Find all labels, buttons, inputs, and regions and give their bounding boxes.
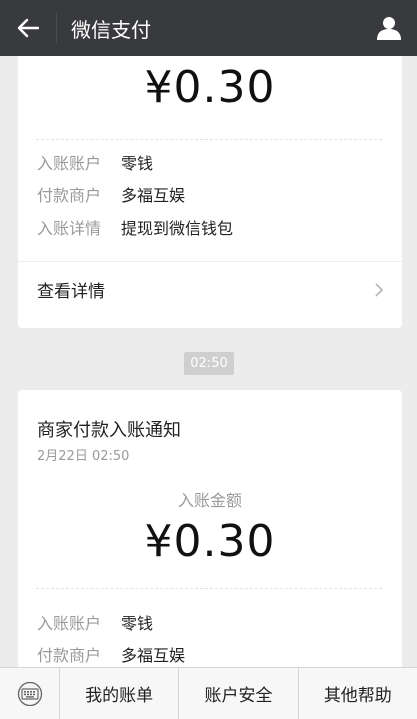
info-row: 入账详情 提现到微信钱包 (37, 215, 233, 239)
timestamp-chip: 02:50 (184, 352, 234, 375)
arrow-left-icon (17, 18, 39, 38)
notification-title: 商家付款入账通知 (37, 420, 181, 441)
menu-my-bills[interactable]: 我的账单 (60, 667, 180, 719)
dashed-divider (36, 588, 382, 589)
user-icon (377, 17, 401, 40)
notification-card[interactable]: 商家付款入账通知 2月22日 02:50 入账金额 ¥0.30 入账账户 零钱 … (18, 390, 402, 667)
info-row: 付款商户 多福互娱 (37, 642, 185, 666)
back-button[interactable] (0, 0, 56, 56)
info-row: 入账账户 零钱 (37, 150, 153, 174)
info-value: 多福互娱 (121, 646, 186, 665)
info-key: 付款商户 (37, 646, 102, 665)
view-detail-label: 查看详情 (37, 282, 105, 302)
dashed-divider (36, 139, 382, 140)
amount-value: ¥0.30 (144, 516, 276, 567)
info-row: 入账账户 零钱 (37, 610, 153, 634)
chevron-right-icon (375, 282, 384, 297)
info-key: 入账账户 (37, 614, 102, 633)
message-list[interactable]: ¥0.30 入账账户 零钱 付款商户 多福互娱 入账详情 提现到微信钱包 查看详… (0, 56, 417, 667)
info-key: 入账账户 (37, 154, 102, 173)
view-detail-link[interactable]: 查看详情 (18, 261, 402, 317)
keyboard-icon (17, 681, 42, 706)
info-value: 零钱 (121, 614, 154, 633)
page-title: 微信支付 (71, 17, 151, 42)
payment-card: ¥0.30 入账账户 零钱 付款商户 多福互娱 入账详情 提现到微信钱包 查看详… (18, 56, 402, 328)
bottom-menu: 我的账单 账户安全 其他帮助 (0, 667, 417, 719)
header-divider (56, 13, 57, 43)
top-bar: 微信支付 (0, 0, 417, 56)
info-value: 零钱 (121, 154, 154, 173)
info-row: 付款商户 多福互娱 (37, 182, 185, 206)
info-value: 多福互娱 (121, 186, 186, 205)
notification-date: 2月22日 02:50 (37, 449, 130, 464)
keyboard-toggle-button[interactable] (0, 667, 60, 719)
menu-account-security[interactable]: 账户安全 (179, 667, 299, 719)
profile-button[interactable] (361, 0, 417, 56)
info-value: 提现到微信钱包 (121, 219, 234, 238)
amount-label: 入账金额 (177, 491, 242, 510)
info-key: 付款商户 (37, 186, 102, 205)
amount-value: ¥0.30 (144, 62, 276, 113)
menu-other-help[interactable]: 其他帮助 (299, 668, 417, 719)
info-key: 入账详情 (37, 219, 102, 238)
